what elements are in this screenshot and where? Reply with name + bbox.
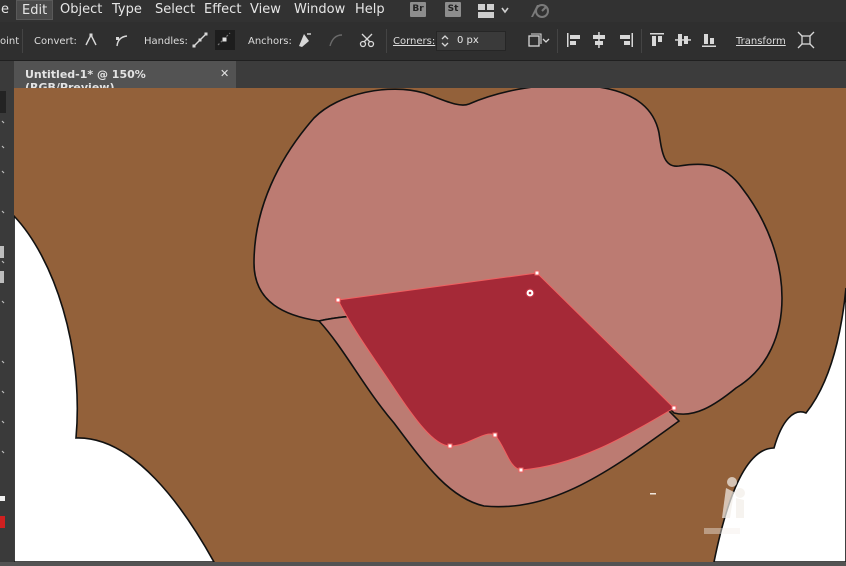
workspace-switcher-icon[interactable] xyxy=(478,3,512,22)
control-bar: oint Convert: Handles: Anchors: Corners:… xyxy=(0,22,846,61)
menu-view[interactable]: View xyxy=(250,0,281,20)
bridge-button[interactable]: Br xyxy=(410,2,426,17)
menu-edit[interactable]: Edit xyxy=(16,0,54,20)
divider xyxy=(386,29,387,53)
transform-label[interactable]: Transform xyxy=(736,36,786,47)
corners-field[interactable]: 0 px xyxy=(436,31,506,51)
tools-panel-edge xyxy=(0,91,6,528)
anchors-label: Anchors: xyxy=(248,36,292,47)
hide-handles-icon[interactable] xyxy=(215,30,235,50)
corners-value[interactable]: 0 px xyxy=(457,35,479,46)
divider xyxy=(22,29,23,53)
stray-mark xyxy=(650,493,656,495)
document-tab[interactable]: Untitled-1* @ 150% (RGB/Preview) ✕ xyxy=(14,61,236,94)
tools-panel xyxy=(0,61,14,562)
anchor-point[interactable] xyxy=(492,432,498,438)
close-tab-icon[interactable]: ✕ xyxy=(220,67,229,80)
divider xyxy=(557,29,558,53)
align-horizontal-center-icon[interactable] xyxy=(590,31,608,49)
corners-label[interactable]: Corners: xyxy=(393,36,435,47)
isolate-selected-icon[interactable] xyxy=(797,31,815,49)
handles-label: Handles: xyxy=(144,36,188,47)
menu-file-cut[interactable]: e xyxy=(1,0,9,20)
remove-anchor-icon[interactable] xyxy=(295,31,313,49)
menu-object[interactable]: Object xyxy=(60,0,102,20)
anchor-point-label: oint xyxy=(0,36,20,47)
corners-stepper-icon[interactable] xyxy=(440,33,450,53)
divider xyxy=(641,29,642,53)
convert-to-corner-icon[interactable] xyxy=(82,31,100,49)
stock-button[interactable]: St xyxy=(445,2,461,17)
align-vertical-center-icon[interactable] xyxy=(674,31,692,49)
menu-help[interactable]: Help xyxy=(355,0,385,20)
anchor-point[interactable] xyxy=(671,405,677,411)
menu-window[interactable]: Window xyxy=(294,0,345,20)
menu-select[interactable]: Select xyxy=(155,0,195,20)
anchor-point[interactable] xyxy=(518,467,524,473)
live-corner-widget-icon[interactable] xyxy=(525,288,535,298)
align-top-icon[interactable] xyxy=(648,31,666,49)
menu-type[interactable]: Type xyxy=(112,0,142,20)
align-bottom-icon[interactable] xyxy=(700,31,718,49)
convert-label: Convert: xyxy=(34,36,77,47)
anchor-point[interactable] xyxy=(534,270,540,276)
show-handles-icon[interactable] xyxy=(191,31,209,49)
align-left-icon[interactable] xyxy=(565,31,583,49)
shape-options-icon[interactable] xyxy=(527,31,551,49)
connect-anchors-icon[interactable] xyxy=(327,31,345,49)
artwork[interactable] xyxy=(14,88,846,562)
artboard-canvas[interactable] xyxy=(14,88,846,562)
cut-path-icon[interactable] xyxy=(358,31,376,49)
document-tab-bar: Untitled-1* @ 150% (RGB/Preview) ✕ xyxy=(0,61,846,94)
menu-effect[interactable]: Effect xyxy=(204,0,241,20)
menu-bar: e Edit Object Type Select Effect View Wi… xyxy=(0,0,846,22)
align-right-icon[interactable] xyxy=(617,31,635,49)
anchor-point[interactable] xyxy=(447,443,453,449)
gpu-performance-icon[interactable] xyxy=(528,1,550,23)
anchor-point[interactable] xyxy=(335,297,341,303)
convert-to-smooth-icon[interactable] xyxy=(113,31,131,49)
